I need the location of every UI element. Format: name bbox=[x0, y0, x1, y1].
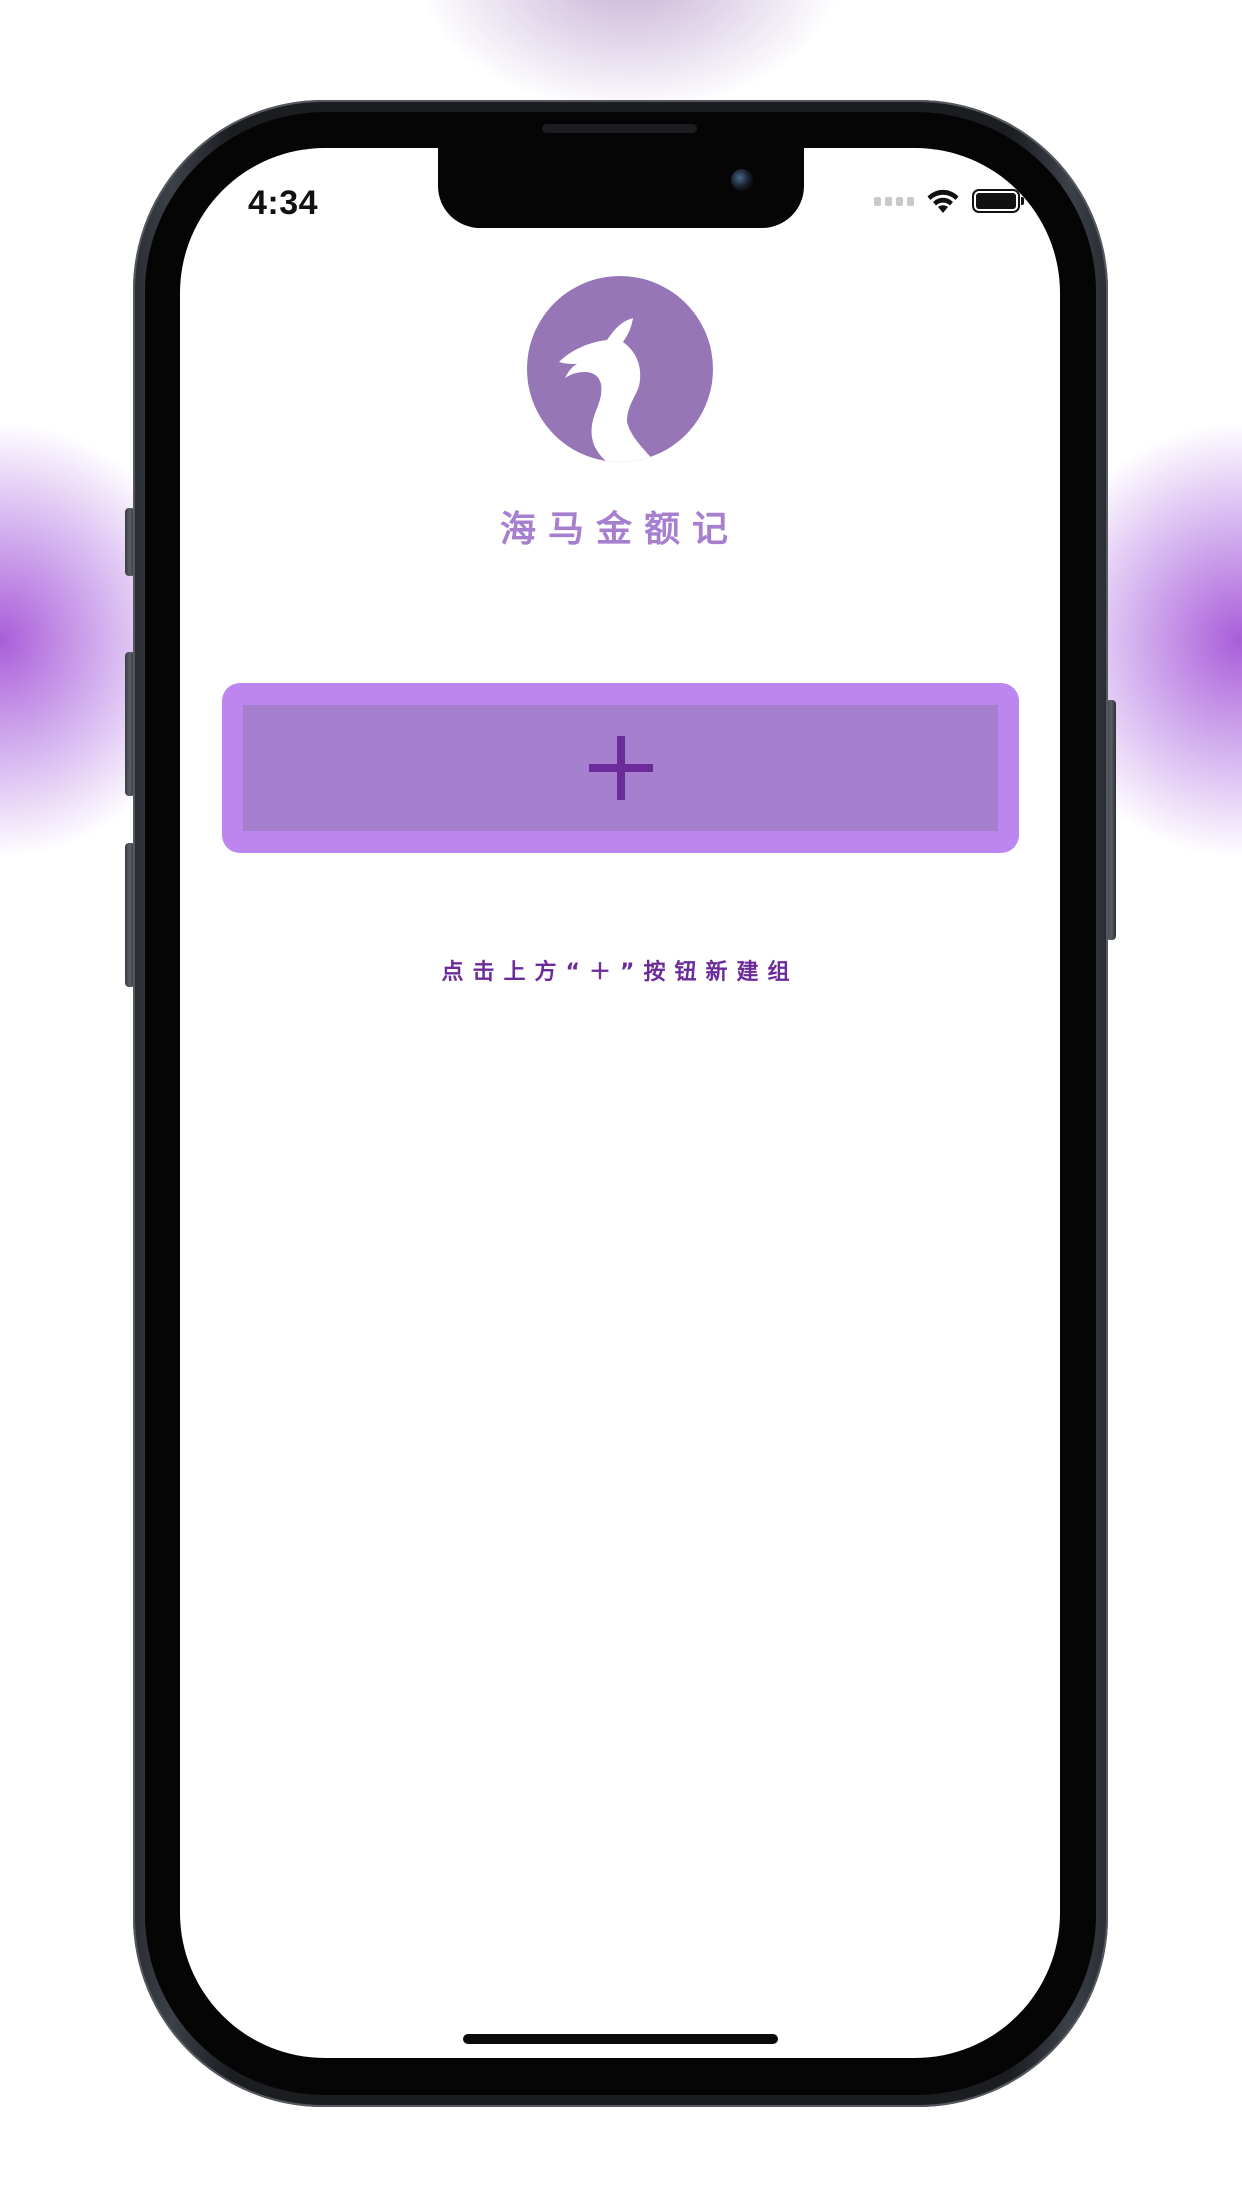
app-title: 海马金额记 bbox=[499, 509, 740, 550]
empty-state-hint: 点击上方“＋”按钮新建组 bbox=[441, 960, 799, 985]
battery-icon bbox=[972, 189, 1024, 213]
home-indicator[interactable] bbox=[463, 2034, 778, 2044]
earpiece-speaker bbox=[542, 124, 697, 133]
notch bbox=[438, 148, 804, 228]
add-group-button-face[interactable] bbox=[243, 705, 998, 831]
status-time: 4:34 bbox=[248, 184, 319, 222]
status-bar-icons bbox=[874, 188, 1024, 214]
phone-screen: 4:34 海马金额记 点击上方“＋”按钮新建组 bbox=[180, 148, 1060, 2058]
front-camera bbox=[731, 169, 753, 191]
cellular-signal-icon bbox=[874, 196, 914, 206]
screenshot-stage: 4:34 海马金额记 点击上方“＋”按钮新建组 bbox=[0, 0, 1242, 2208]
seahorse-logo-icon bbox=[527, 276, 713, 462]
add-group-button[interactable] bbox=[222, 683, 1019, 853]
plus-icon bbox=[588, 736, 653, 800]
wifi-icon bbox=[927, 189, 959, 213]
background-glow-top bbox=[420, 0, 840, 110]
